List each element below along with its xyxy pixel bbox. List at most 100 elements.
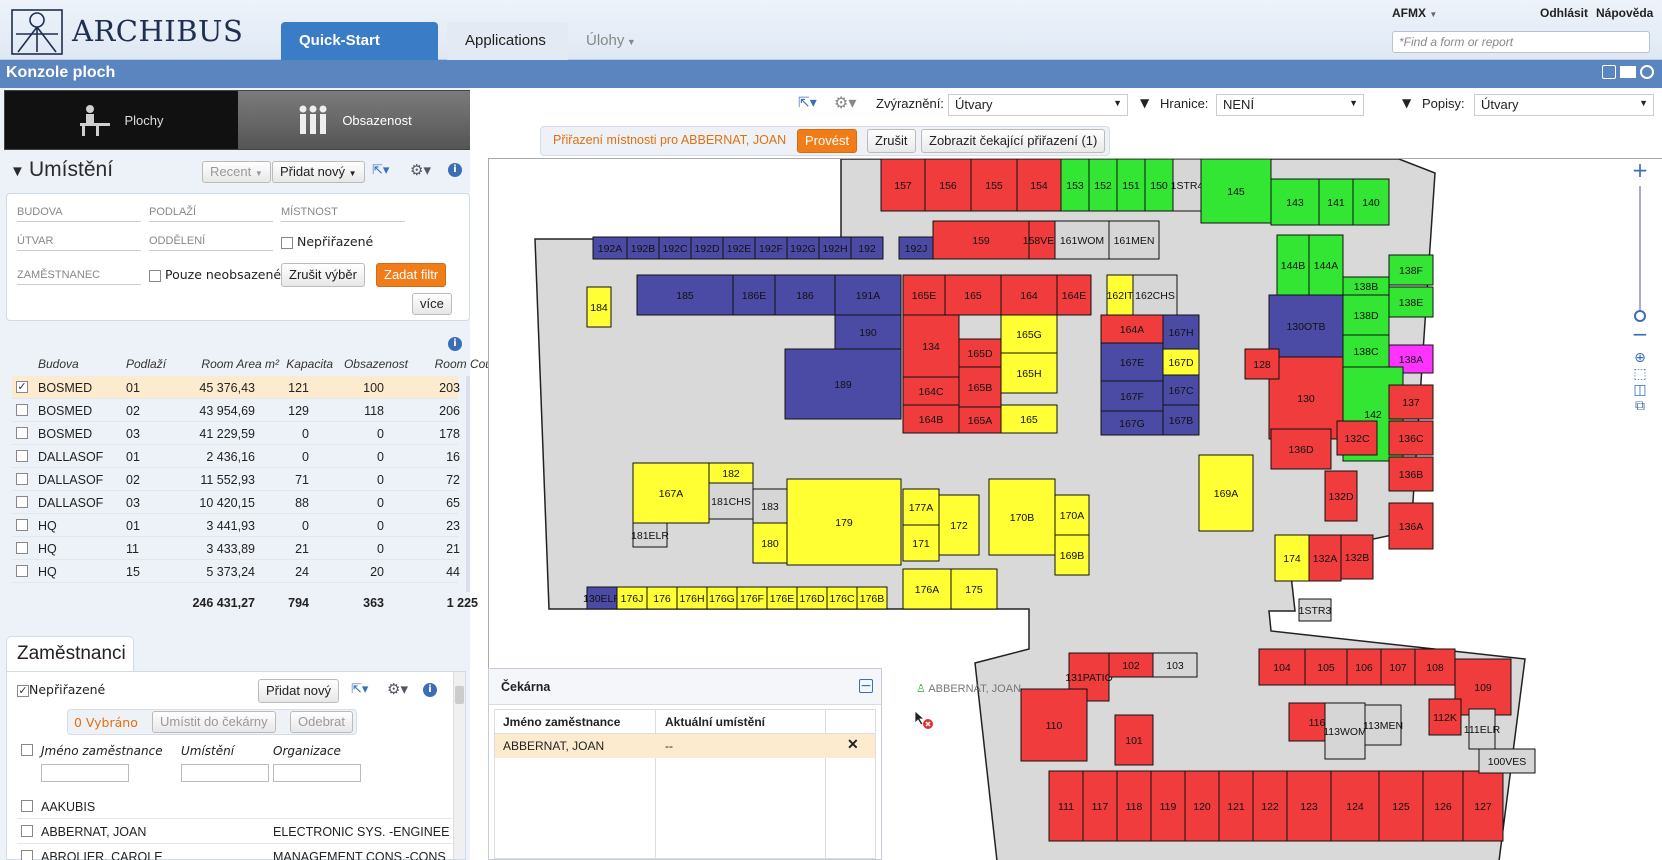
row-checkbox[interactable] (16, 381, 28, 393)
unassigned-check[interactable]: Nepřiřazené (281, 234, 373, 249)
user-menu[interactable]: AFMX ▼ (1392, 6, 1437, 20)
toggle-plochy[interactable]: Plochy (5, 91, 237, 149)
row-checkbox[interactable] (21, 800, 33, 812)
table-row[interactable]: BOSMED0145 376,43121100203 (12, 376, 460, 399)
table-scrollbar[interactable] (466, 376, 470, 592)
table-row[interactable]: HQ 11 3 433,89 21 0 21 (12, 537, 460, 560)
organization-filter-input[interactable] (273, 764, 361, 782)
cancel-button[interactable]: Zrušit (867, 129, 916, 153)
export-icon[interactable]: ⇱▾ (372, 163, 398, 181)
location-heading[interactable]: ▼ Umístění (10, 158, 113, 182)
table-row[interactable]: BOSMED 02 43 954,69 129 118 206 (12, 399, 460, 422)
col-budova[interactable]: Budova (38, 357, 79, 371)
location-filter-input[interactable] (181, 764, 269, 782)
col-waiting-location[interactable]: Aktuální umístění (665, 715, 765, 729)
row-checkbox[interactable] (16, 542, 28, 554)
info-icon[interactable]: i (423, 683, 437, 697)
export-icon[interactable]: ⇱▾ (798, 95, 817, 111)
col-location[interactable]: Umístění (181, 744, 234, 758)
remove-icon[interactable]: ✕ (847, 736, 859, 753)
select-window-icon[interactable]: ⬚ (1628, 366, 1652, 382)
table-row[interactable]: HQ 15 5 373,24 24 20 44 (12, 560, 460, 583)
mail-icon[interactable] (1620, 66, 1636, 78)
reset-view-icon[interactable]: ⊕ (1628, 350, 1652, 366)
col-organization[interactable]: Organizace (273, 744, 341, 758)
row-checkbox[interactable] (16, 496, 28, 508)
print-icon[interactable] (1602, 65, 1616, 79)
row-checkbox[interactable] (21, 825, 33, 837)
help-link[interactable]: Nápověda (1596, 6, 1653, 20)
department-field[interactable]: ODDĚLENÍ (149, 231, 273, 251)
zoom-in-icon[interactable]: + (1628, 158, 1652, 182)
settings-icon[interactable] (1640, 65, 1654, 79)
execute-button[interactable]: Provést (797, 129, 858, 153)
table-row[interactable]: DALLASOF 03 10 420,15 88 0 65 (12, 491, 460, 514)
collapse-icon[interactable]: − (859, 679, 873, 693)
toggle-obsazenost[interactable]: Obsazenost (238, 91, 470, 149)
labels-select[interactable]: Útvary ▼ (1474, 94, 1654, 116)
col-area[interactable]: Room Area m² (169, 357, 279, 371)
layers-icon[interactable]: ◫ (1628, 382, 1652, 398)
archibus-logo[interactable]: ARCHIBUS (10, 6, 250, 56)
row-checkbox[interactable] (16, 519, 28, 531)
filter-icon[interactable]: ▼ (1402, 96, 1411, 110)
find-form-input[interactable]: *Find a form or report (1392, 31, 1650, 53)
vacant-only-checkbox[interactable] (149, 269, 161, 282)
division-field[interactable]: ÚTVAR (17, 231, 141, 251)
logout-link[interactable]: Odhlásit (1540, 6, 1588, 20)
gear-icon[interactable]: ⚙▾ (387, 680, 408, 698)
add-new-location-button[interactable]: Přidat nový ▼ (272, 161, 365, 183)
row-checkbox[interactable] (21, 850, 33, 860)
employee-row[interactable]: AAKUBIS (17, 794, 452, 819)
emp-unassigned-check[interactable]: Nepřiřazené (17, 682, 105, 697)
col-employee-name[interactable]: Jméno zaměstnance (41, 744, 163, 758)
emp-scrollbar[interactable] (453, 672, 465, 859)
tab-employees[interactable]: Zaměstnanci (6, 636, 134, 672)
building-field[interactable]: BUDOVA (17, 202, 141, 222)
employee-row[interactable]: ABROLIER, CAROLE MANAGEMENT CONS.-CONS (17, 844, 452, 860)
row-checkbox[interactable] (16, 473, 28, 485)
vacant-only-check[interactable]: Pouze neobsazené (149, 267, 281, 282)
table-row[interactable]: DALLASOF 01 2 436,16 0 0 16 (12, 445, 460, 468)
highlight-select[interactable]: Útvary ▼ (948, 94, 1128, 116)
tab-quick-start-home[interactable]: Quick-Start Home (281, 22, 438, 87)
more-button[interactable]: více (412, 293, 452, 315)
table-row[interactable]: HQ 01 3 441,93 0 0 23 (12, 514, 460, 537)
info-icon[interactable]: i (448, 163, 462, 177)
clear-selection-button[interactable]: Zrušit výběr (281, 263, 365, 287)
row-checkbox[interactable] (16, 450, 28, 462)
select-all-checkbox[interactable] (21, 744, 33, 756)
name-filter-input[interactable] (41, 764, 129, 782)
employee-row[interactable]: ABBERNAT, JOAN ELECTRONIC SYS. -ENGINEE (17, 819, 452, 844)
copy-icon[interactable]: ⧉ (1628, 398, 1652, 414)
zoom-out-icon[interactable]: − (1628, 322, 1652, 346)
row-checkbox[interactable] (16, 404, 28, 416)
zoom-slider-track[interactable] (1639, 186, 1641, 316)
tab-applications[interactable]: Applications (447, 22, 568, 60)
gear-icon[interactable]: ⚙▾ (410, 161, 436, 179)
employee-field[interactable]: ZAMĚSTNANEC (17, 265, 141, 285)
info-icon[interactable]: i (448, 337, 462, 351)
export-icon[interactable]: ⇱▾ (351, 682, 368, 697)
recent-dropdown[interactable]: Recent ▼ (202, 161, 271, 183)
unassigned-checkbox[interactable] (281, 236, 293, 249)
table-row[interactable]: BOSMED 03 41 229,59 0 0 178 (12, 422, 460, 445)
filter-icon[interactable]: ▼ (1140, 96, 1149, 110)
zoom-slider-handle[interactable] (1634, 310, 1646, 322)
col-waiting-name[interactable]: Jméno zaměstnance (503, 715, 620, 729)
room-field[interactable]: MÍSTNOST (281, 202, 405, 222)
row-checkbox[interactable] (16, 427, 28, 439)
add-new-employee-button[interactable]: Přidat nový (258, 679, 340, 703)
waiting-row[interactable]: ABBERNAT, JOAN -- ✕ (495, 734, 875, 758)
to-waiting-room-button[interactable]: Umístit do čekárny (152, 711, 276, 733)
col-podlazi[interactable]: Podlaží (126, 357, 166, 371)
table-row[interactable]: DALLASOF 02 11 552,93 71 0 72 (12, 468, 460, 491)
col-obsazenost[interactable]: Obsazenost (316, 357, 408, 371)
show-pending-button[interactable]: Zobrazit čekající přiřazení (1) (921, 129, 1106, 153)
emp-unassigned-checkbox[interactable] (17, 684, 29, 697)
apply-filter-button[interactable]: Zadat filtr (376, 263, 447, 287)
gear-icon[interactable]: ⚙▾ (834, 93, 856, 112)
border-select[interactable]: NENÍ ▼ (1216, 94, 1364, 116)
floor-field[interactable]: PODLAŽÍ (149, 202, 273, 222)
tab-tasks[interactable]: Úlohy ▼ (568, 22, 654, 60)
